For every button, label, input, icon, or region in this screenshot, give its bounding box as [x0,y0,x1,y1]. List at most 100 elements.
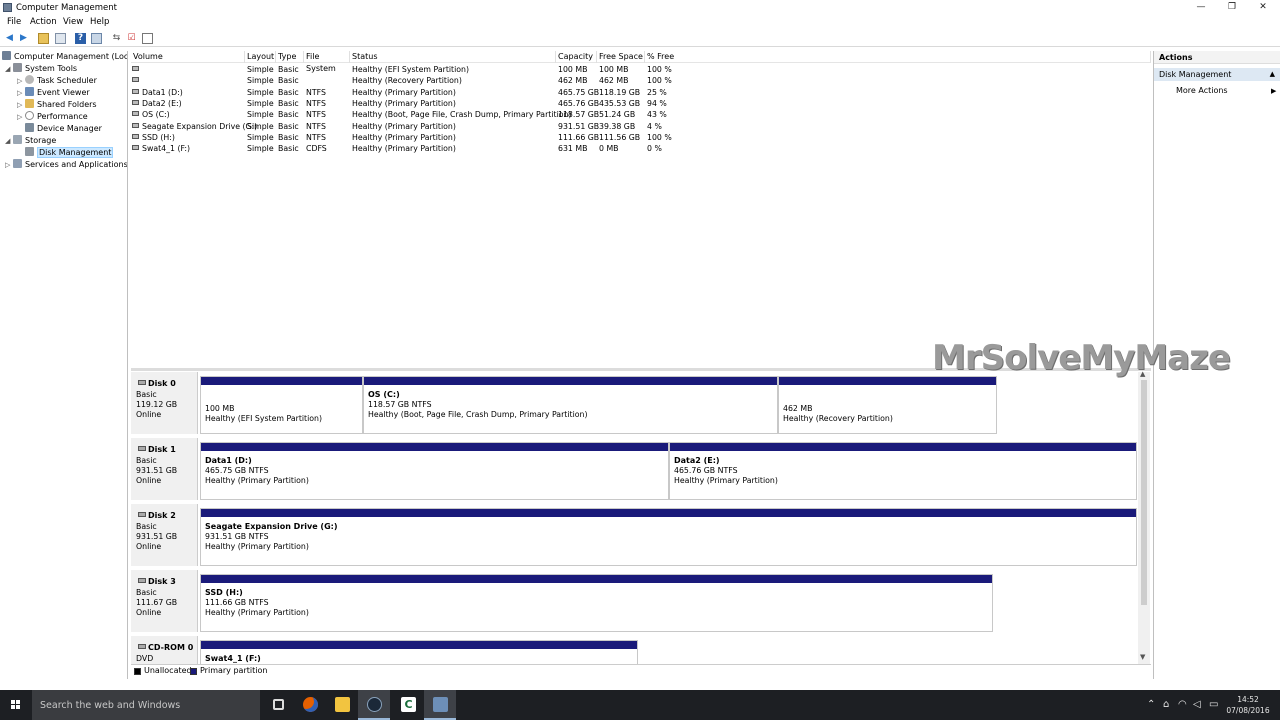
tree-services-applications[interactable]: ▷ Services and Applications [5,159,127,171]
partition-ssd-h[interactable]: SSD (H:) 111.66 GB NTFS Healthy (Primary P… [200,574,993,632]
tree-task-scheduler[interactable]: ▷ Task Scheduler [17,75,97,87]
partition-data1-d[interactable]: Data1 (D:) 465.75 GB NTFS Healthy (Primary… [200,442,669,500]
tree-event-viewer[interactable]: ▷ Event Viewer [17,87,90,99]
volume-icon [132,77,139,83]
disk-label[interactable]: Disk 0 Basic 119.12 GB Online [131,372,198,434]
connect-icon[interactable]: ⇆ [111,33,122,44]
column-header-volume[interactable]: Volume [131,51,245,63]
volume-row[interactable]: Simple Basic Healthy (EFI System Partition… [131,64,1151,75]
more-actions[interactable]: More Actions ▶ [1176,85,1276,97]
disk-label[interactable]: Disk 3 Basic 111.67 GB Online [131,570,198,632]
collapse-icon[interactable]: ◢ [5,135,13,147]
computer-management-icon[interactable] [424,690,456,720]
volume-cell: 94 % [647,98,667,108]
volume-cell: 111.56 GB [599,132,641,142]
file-explorer-icon[interactable] [326,690,358,720]
column-header-type[interactable]: Type [276,51,304,63]
column-header-layout[interactable]: Layout [245,51,276,63]
back-icon[interactable]: ◀ [4,33,15,44]
show-hidden-icons-icon[interactable]: ⌃ [1147,699,1155,710]
column-header-file-system[interactable]: File System [304,51,350,73]
volume-icon [132,122,139,128]
tools-icon [13,63,22,72]
partition-efi[interactable]: 100 MB Healthy (EFI System Partition) [200,376,363,434]
volume-cell: 931.51 GB [558,121,600,131]
disk-2: Disk 2 Basic 931.51 GB Online Seagate Ex… [131,504,1137,566]
expand-icon[interactable]: ▷ [17,99,25,111]
expand-icon[interactable]: ▷ [5,159,13,171]
menu-file[interactable]: File [7,17,21,27]
expand-icon[interactable]: ▷ [17,75,25,87]
collapse-icon[interactable]: ▲ [1270,68,1275,81]
volume-cell: Basic [278,144,299,154]
volume-icon[interactable]: ◁ [1193,699,1201,710]
expand-icon[interactable]: ▷ [17,111,25,123]
volume-row[interactable]: Data1 (D:) Simple Basic NTFS Healthy (Primar… [131,87,1151,98]
volume-row[interactable]: Simple Basic Healthy (Recovery Partition) 4… [131,75,1151,86]
volume-row[interactable]: Swat4_1 (F:) Simple Basic CDFS Healthy (Prim… [131,143,1151,154]
help-icon[interactable]: ? [75,33,86,44]
volume-row[interactable]: OS (C:) Simple Basic NTFS Healthy (Boot, Pag… [131,109,1151,120]
volume-cell: Basic [278,87,299,97]
restore-button[interactable]: ❐ [1215,0,1249,15]
start-button[interactable] [0,690,32,720]
panel-icon[interactable] [142,33,153,44]
show-hide-tree-icon[interactable] [55,33,66,44]
task-view-icon[interactable] [262,690,294,720]
column-header-capacity[interactable]: Capacity [556,51,597,63]
column-header-free-space[interactable]: Free Space [597,51,645,63]
tree-root[interactable]: Computer Management (Local [2,51,127,63]
taskbar-clock[interactable]: 14:52 07/08/2016 [1225,694,1271,716]
tree-storage[interactable]: ◢ Storage [5,135,56,147]
minimize-button[interactable]: — [1184,0,1218,15]
cdrom-0: CD-ROM 0 DVD Swat4_1 (F:) [131,636,1136,664]
scroll-down-icon[interactable]: ▼ [1140,653,1145,661]
up-folder-icon[interactable] [38,33,49,44]
disk-label[interactable]: CD-ROM 0 DVD [131,636,198,664]
disk-0: Disk 0 Basic 119.12 GB Online 100 MB Heal… [131,372,1136,434]
close-button[interactable]: ✕ [1246,0,1280,15]
menu-action[interactable]: Action [30,17,57,27]
computer-management-window: Computer Management — ❐ ✕ File Action Vi… [0,0,1280,690]
taskbar-search-box[interactable]: Search the web and Windows [32,690,260,720]
volume-row[interactable]: SSD (H:) Simple Basic NTFS Healthy (Primary … [131,132,1151,143]
forward-icon[interactable]: ▶ [18,33,29,44]
column-header-percent-free[interactable]: % Free [645,51,1151,63]
tree-shared-folders[interactable]: ▷ Shared Folders [17,99,97,111]
expand-icon[interactable]: ▷ [17,87,25,99]
wifi-icon[interactable]: ◠ [1178,699,1187,710]
check-icon[interactable]: ☑ [126,33,137,44]
partition-os-c[interactable]: OS (C:) 118.57 GB NTFS Healthy (Boot, Page… [363,376,778,434]
volume-row[interactable]: Seagate Expansion Drive (G:) Simple Basic N… [131,121,1151,132]
volume-row[interactable]: Data2 (E:) Simple Basic NTFS Healthy (Primar… [131,98,1151,109]
disk-label[interactable]: Disk 1 Basic 931.51 GB Online [131,438,198,500]
volume-cell: Basic [278,110,299,120]
menu-help[interactable]: Help [90,17,109,27]
volume-cell: Simple [247,121,274,131]
steam-icon[interactable] [358,690,390,720]
tree-device-manager[interactable]: Device Manager [17,123,102,135]
tree-disk-management[interactable]: Disk Management [25,147,114,159]
keyboard-icon[interactable]: ▭ [1209,699,1218,710]
partition-swat4-f[interactable]: Swat4_1 (F:) [200,640,638,664]
disk-label[interactable]: Disk 2 Basic 931.51 GB Online [131,504,198,566]
storage-icon [13,135,22,144]
volume-cell: Healthy (Primary Partition) [352,144,456,154]
collapse-icon[interactable]: ◢ [5,63,13,75]
network-icon[interactable]: ⌂ [1163,699,1169,710]
volume-cell [132,64,142,75]
camtasia-icon[interactable]: C [392,690,424,720]
firefox-icon[interactable] [294,690,326,720]
menu-view[interactable]: View [63,17,83,27]
properties-icon[interactable] [91,33,102,44]
column-header-status[interactable]: Status [350,51,556,63]
partition-data2-e[interactable]: Data2 (E:) 465.76 GB NTFS Healthy (Primary… [669,442,1137,500]
tree-system-tools[interactable]: ◢ System Tools [5,63,77,75]
scroll-thumb[interactable] [1141,380,1147,605]
partition-recovery[interactable]: 462 MB Healthy (Recovery Partition) [778,376,997,434]
tree-performance[interactable]: ▷ Performance [17,111,88,123]
title-bar[interactable]: Computer Management — ❐ ✕ [0,0,1280,15]
actions-group-disk-management[interactable]: Disk Management ▲ [1154,68,1280,81]
partition-seagate-g[interactable]: Seagate Expansion Drive (G:) 931.51 GB NT… [200,508,1137,566]
graph-vertical-scrollbar[interactable]: ▲ ▼ [1138,370,1150,664]
